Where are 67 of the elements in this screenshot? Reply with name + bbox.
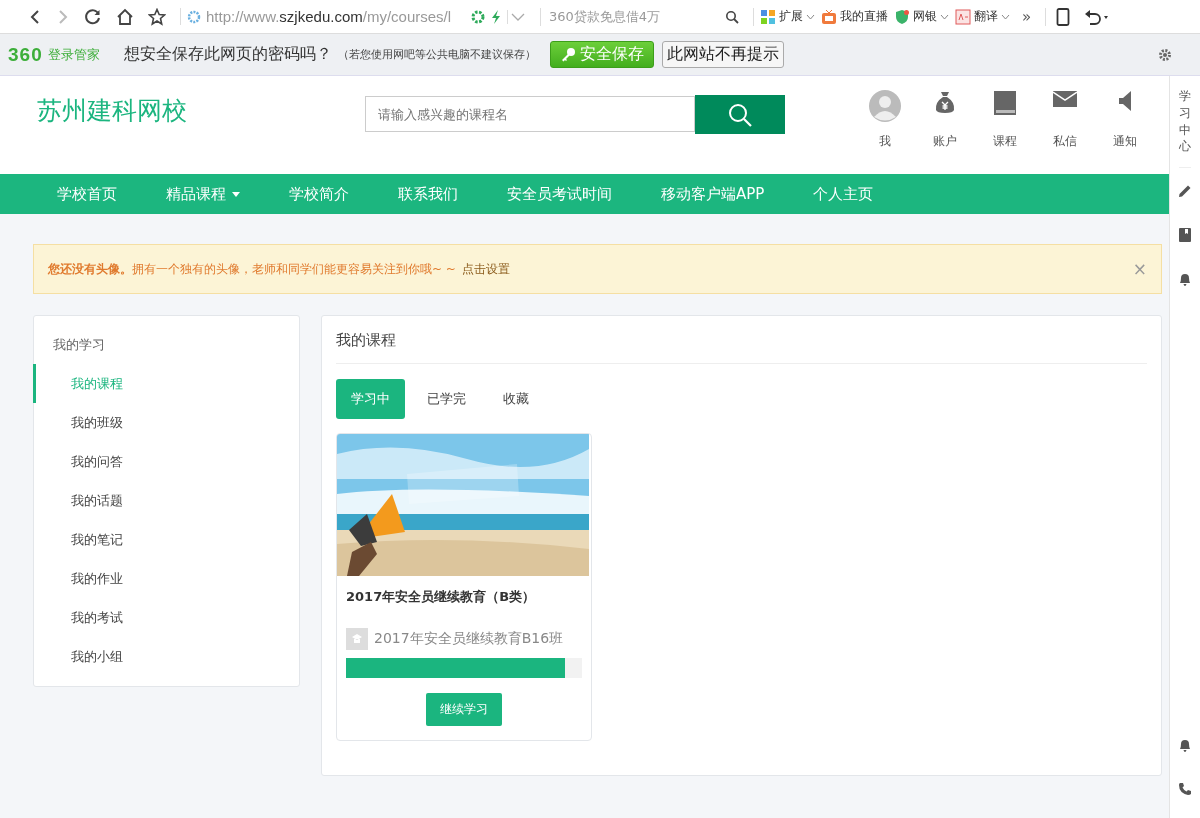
translate-icon[interactable] bbox=[955, 8, 971, 25]
class-icon bbox=[346, 628, 368, 650]
phone-icon[interactable] bbox=[1178, 782, 1192, 796]
search-button[interactable] bbox=[695, 95, 785, 134]
alert-link[interactable]: 点击设置 bbox=[461, 260, 510, 278]
toolbar-label: 我的直播 bbox=[840, 8, 888, 25]
toolbar-label: 扩展 bbox=[779, 8, 803, 25]
back-icon[interactable] bbox=[28, 8, 42, 25]
reload-icon[interactable] bbox=[84, 7, 102, 26]
search-field[interactable]: 请输入感兴趣的课程名 bbox=[365, 96, 695, 132]
brand-logo: 360 bbox=[8, 43, 43, 66]
user-nav-label[interactable]: 我 bbox=[879, 133, 891, 150]
speaker-icon[interactable] bbox=[1117, 90, 1133, 112]
user-nav-label[interactable]: 账户 bbox=[933, 133, 957, 150]
sidebar-item[interactable]: 我的小组 bbox=[33, 637, 299, 676]
sidebar-item[interactable]: 我的笔记 bbox=[33, 520, 299, 559]
settings-icon[interactable] bbox=[1158, 47, 1172, 62]
password-question: 想安全保存此网页的密码吗？ bbox=[123, 44, 332, 65]
course-card[interactable]: 2017年安全员继续教育（B类） 2017年安全员继续教育B16班 继续学习 bbox=[336, 433, 592, 741]
rail-title[interactable]: 学习中心 bbox=[1179, 88, 1191, 169]
toolbar-item[interactable]: 扩展 bbox=[760, 8, 815, 25]
search-icon[interactable] bbox=[725, 9, 739, 24]
sidebar-item[interactable]: 我的考试 bbox=[33, 598, 299, 637]
home-icon[interactable] bbox=[116, 7, 134, 26]
book-icon[interactable] bbox=[993, 90, 1017, 116]
sidebar-heading: 我的学习 bbox=[52, 336, 106, 354]
tv-icon[interactable] bbox=[821, 8, 837, 25]
brand-label: 登录管家 bbox=[47, 45, 100, 64]
apps-icon[interactable] bbox=[760, 8, 776, 25]
toolbar-label: 翻译 bbox=[974, 8, 998, 25]
alert-text: 您还没有头像。拥有一个独有的头像，老师和同学们能更容易关注到你哦~ ~ bbox=[48, 260, 456, 278]
class-name: 2017年安全员继续教育B16班 bbox=[374, 630, 564, 648]
sidebar-item[interactable]: 我的问答 bbox=[33, 442, 299, 481]
toolbar-item[interactable]: 网银 bbox=[894, 8, 949, 25]
course-title[interactable]: 2017年安全员继续教育（B类） bbox=[337, 576, 591, 606]
toolbar-item[interactable]: 翻译 bbox=[955, 8, 1010, 25]
tab[interactable]: 收藏 bbox=[488, 379, 544, 419]
chevron-down-icon[interactable] bbox=[1001, 13, 1010, 20]
password-note: （若您使用网吧等公共电脑不建议保存） bbox=[337, 47, 536, 62]
tab[interactable]: 已学完 bbox=[412, 379, 481, 419]
search-icon bbox=[727, 101, 753, 128]
site-icon bbox=[187, 9, 201, 24]
user-nav-label[interactable]: 课程 bbox=[993, 133, 1017, 150]
chevron-down-icon[interactable] bbox=[940, 13, 949, 20]
user-nav-label[interactable]: 私信 bbox=[1053, 133, 1077, 150]
pencil-icon[interactable] bbox=[1178, 184, 1192, 199]
bell-icon[interactable] bbox=[1178, 738, 1192, 752]
book-icon[interactable] bbox=[1179, 228, 1191, 243]
never-button[interactable]: 此网站不再提示 bbox=[661, 41, 784, 68]
toolbar-item[interactable]: 我的直播 bbox=[821, 8, 888, 25]
caret-icon bbox=[232, 191, 240, 197]
tablet-icon[interactable] bbox=[1045, 7, 1071, 26]
panel-title: 我的课程 bbox=[336, 331, 1148, 364]
lightning-icon[interactable] bbox=[490, 9, 502, 24]
sidebar-item[interactable]: 我的班级 bbox=[33, 403, 299, 442]
bell-icon[interactable] bbox=[1178, 272, 1192, 287]
sidebar-item[interactable]: 我的话题 bbox=[33, 481, 299, 520]
address-text[interactable]: http://www.szjkedu.com/my/courses/l bbox=[206, 8, 466, 25]
chevron-down-icon[interactable] bbox=[806, 13, 815, 20]
mail-icon[interactable] bbox=[1053, 90, 1077, 108]
star-icon[interactable] bbox=[148, 7, 166, 26]
user-nav-label[interactable]: 通知 bbox=[1113, 133, 1137, 150]
sidebar-item[interactable]: 我的作业 bbox=[33, 559, 299, 598]
undo-icon[interactable] bbox=[1084, 7, 1111, 26]
money-bag-icon[interactable] bbox=[933, 90, 957, 114]
toolbar-label: 网银 bbox=[913, 8, 937, 25]
more-button[interactable]: » bbox=[1022, 7, 1032, 26]
